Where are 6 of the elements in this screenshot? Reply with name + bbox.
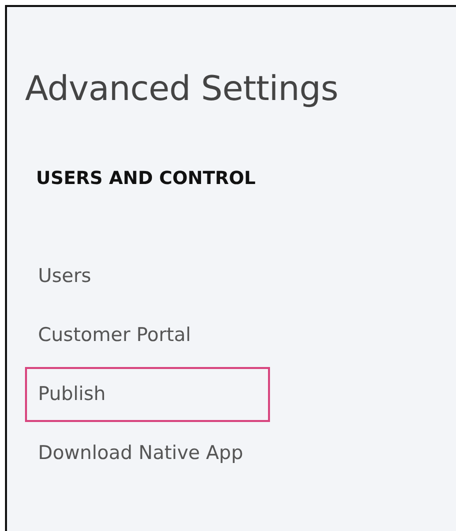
page-title: Advanced Settings xyxy=(25,68,340,109)
section-heading: USERS AND CONTROL xyxy=(35,167,257,191)
menu-link[interactable]: Users xyxy=(25,249,270,304)
menu-link[interactable]: Publish xyxy=(25,367,270,422)
menu-link[interactable]: Download Native App xyxy=(25,426,270,481)
menu-link[interactable]: Customer Portal xyxy=(25,308,270,363)
